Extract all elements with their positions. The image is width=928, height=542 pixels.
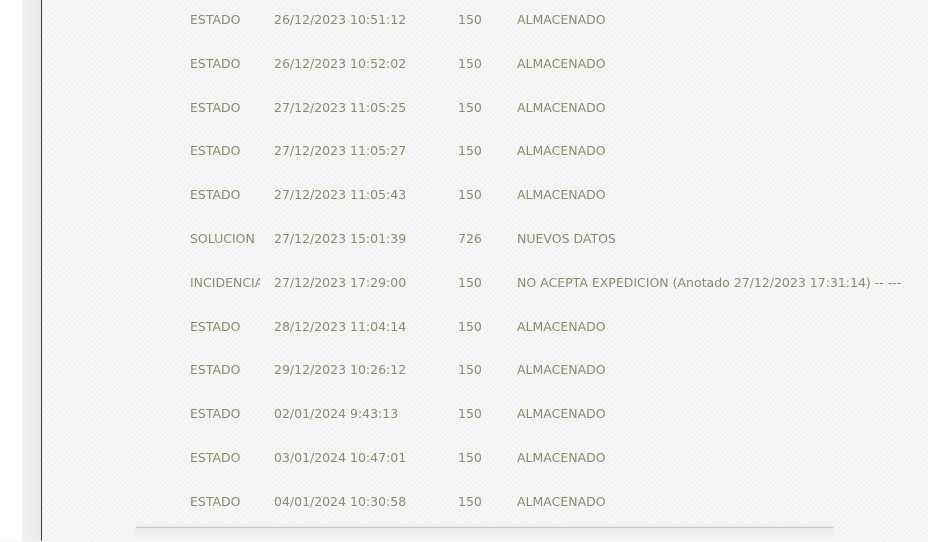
row-description: ALMACENADO	[517, 406, 606, 422]
row-datetime: 29/12/2023 10:26:12	[274, 362, 407, 378]
row-code: 150	[458, 143, 482, 159]
table-row: ESTADO 27/12/2023 11:05:27 150 ALMACENAD…	[190, 131, 928, 175]
row-type: ESTADO	[190, 362, 241, 378]
row-datetime: 02/01/2024 9:43:13	[274, 406, 399, 422]
row-datetime: 04/01/2024 10:30:58	[274, 493, 407, 509]
history-table: ESTADO 26/12/2023 10:51:12 150 ALMACENAD…	[190, 0, 928, 526]
row-description: ALMACENADO	[517, 12, 606, 27]
table-row: ESTADO 27/12/2023 11:05:43 150 ALMACENAD…	[190, 175, 928, 219]
row-description: ALMACENADO	[517, 318, 606, 334]
row-type: ESTADO	[190, 55, 241, 71]
row-datetime: 28/12/2023 11:04:14	[274, 318, 407, 334]
row-code: 726	[458, 230, 482, 246]
row-datetime: 26/12/2023 10:52:02	[274, 55, 407, 71]
row-code: 150	[458, 274, 482, 290]
row-description: ALMACENADO	[517, 493, 606, 509]
row-datetime: 03/01/2024 10:47:01	[274, 449, 407, 465]
row-description: NO ACEPTA EXPEDICION (Anotado 27/12/2023…	[517, 274, 902, 290]
row-type: ESTADO	[190, 493, 241, 509]
row-code: 150	[458, 12, 482, 27]
left-gutter	[0, 0, 22, 541]
row-type: ESTADO	[190, 12, 241, 27]
row-description: ALMACENADO	[517, 55, 606, 71]
table-row: ESTADO 26/12/2023 10:51:12 150 ALMACENAD…	[190, 0, 928, 44]
row-code: 150	[458, 187, 482, 203]
row-type: SOLUCION	[190, 230, 255, 246]
row-code: 150	[458, 406, 482, 422]
table-row: INCIDENCIA 27/12/2023 17:29:00 150 NO AC…	[190, 263, 928, 307]
row-description: ALMACENADO	[517, 143, 606, 159]
row-code: 150	[458, 449, 482, 465]
row-datetime: 27/12/2023 11:05:27	[274, 143, 407, 159]
table-row: ESTADO 03/01/2024 10:47:01 150 ALMACENAD…	[190, 438, 928, 482]
row-code: 150	[458, 362, 482, 378]
table-row: SOLUCION 27/12/2023 15:01:39 726 NUEVOS …	[190, 219, 928, 263]
row-type: ESTADO	[190, 143, 241, 159]
row-type: ESTADO	[190, 449, 241, 465]
table-row: ESTADO 28/12/2023 11:04:14 150 ALMACENAD…	[190, 307, 928, 351]
row-datetime: 27/12/2023 11:05:25	[274, 99, 407, 115]
table-row: ESTADO 26/12/2023 10:52:02 150 ALMACENAD…	[190, 44, 928, 88]
left-shadow	[22, 0, 41, 541]
row-datetime: 26/12/2023 10:51:12	[274, 12, 407, 27]
row-description: ALMACENADO	[517, 449, 606, 465]
row-code: 150	[458, 493, 482, 509]
row-datetime: 27/12/2023 15:01:39	[274, 230, 407, 246]
row-type: ESTADO	[190, 99, 241, 115]
table-row: ESTADO 02/01/2024 9:43:13 150 ALMACENADO	[190, 394, 928, 438]
row-type: INCIDENCIA	[190, 274, 260, 290]
row-description: ALMACENADO	[517, 99, 606, 115]
row-code: 150	[458, 318, 482, 334]
row-code: 150	[458, 99, 482, 115]
row-description: ALMACENADO	[517, 187, 606, 203]
table-row: ESTADO 27/12/2023 11:05:25 150 ALMACENAD…	[190, 88, 928, 132]
content-panel: ESTADO 26/12/2023 10:51:12 150 ALMACENAD…	[41, 0, 928, 541]
row-description: ALMACENADO	[517, 362, 606, 378]
row-code: 150	[458, 55, 482, 71]
row-description: NUEVOS DATOS	[517, 230, 616, 246]
table-row: ESTADO 04/01/2024 10:30:58 150 ALMACENAD…	[190, 482, 928, 526]
row-type: ESTADO	[190, 406, 241, 422]
row-type: ESTADO	[190, 187, 241, 203]
table-bottom-edge	[136, 527, 833, 542]
row-datetime: 27/12/2023 17:29:00	[274, 274, 407, 290]
row-type: ESTADO	[190, 318, 241, 334]
row-datetime: 27/12/2023 11:05:43	[274, 187, 407, 203]
table-row: ESTADO 29/12/2023 10:26:12 150 ALMACENAD…	[190, 350, 928, 394]
